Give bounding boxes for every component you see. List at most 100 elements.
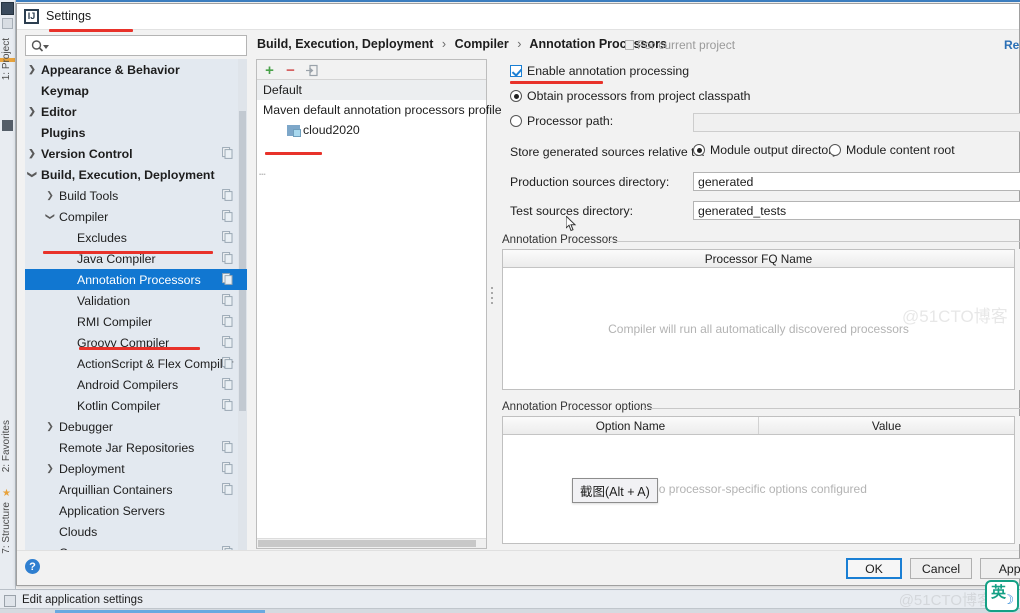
sidebar-item-editor[interactable]: ❯ Editor <box>25 101 247 122</box>
profile-item-default[interactable]: Default <box>257 80 486 100</box>
sidebar-item-label: Remote Jar Repositories <box>59 440 195 455</box>
sidebar-item-label: ActionScript & Flex Compiler <box>77 356 234 371</box>
obtain-processors-radio[interactable]: Obtain processors from project classpath <box>510 89 751 103</box>
sidebar-item-application-servers[interactable]: Application Servers <box>25 500 247 521</box>
sidebar-item-actionscript-flex-compiler[interactable]: ActionScript & Flex Compiler <box>25 353 247 374</box>
annotation-underline-build <box>43 251 213 254</box>
sidebar-item-clouds[interactable]: Clouds <box>25 521 247 542</box>
add-profile-button[interactable]: + <box>261 62 278 79</box>
mouse-cursor-icon <box>565 214 577 232</box>
sidebar-item-label: Arquillian Containers <box>59 482 173 497</box>
chevron-down-icon[interactable]: ❯ <box>27 168 38 182</box>
obtain-processors-label: Obtain processors from project classpath <box>527 89 751 103</box>
sidebar-item-validation[interactable]: Validation <box>25 290 247 311</box>
remove-profile-button[interactable]: − <box>282 62 299 79</box>
profiles-toolbar: + − <box>257 60 486 80</box>
production-sources-input[interactable]: generated <box>693 172 1020 191</box>
dialog-title: Settings <box>46 9 92 23</box>
move-to-profile-icon[interactable] <box>303 62 320 79</box>
processor-path-radio[interactable]: Processor path: <box>510 114 613 128</box>
processor-path-input[interactable] <box>693 113 1020 132</box>
tool-window-project[interactable]: 1: Project <box>0 36 14 82</box>
sidebar-item-annotation-processors[interactable]: Annotation Processors <box>25 269 247 290</box>
reset-link[interactable]: Res <box>1004 38 1020 52</box>
sidebar-item-plugins[interactable]: Plugins <box>25 122 247 143</box>
profile-module-item[interactable]: cloud2020 <box>257 120 486 140</box>
chevron-right-icon[interactable]: ❯ <box>25 64 39 75</box>
sidebar-item-label: Version Control <box>41 146 133 161</box>
chevron-down-icon[interactable]: ❯ <box>45 210 56 224</box>
sidebar-item-label: Build, Execution, Deployment <box>41 167 215 182</box>
apply-button[interactable]: Appl <box>980 558 1020 579</box>
cancel-button[interactable]: Cancel <box>910 558 972 579</box>
settings-copy-icon <box>222 147 233 159</box>
status-bar-icon <box>4 595 16 607</box>
sidebar-item-android-compilers[interactable]: Android Compilers <box>25 374 247 395</box>
ide-strip-square-icon <box>2 120 13 131</box>
dialog-footer: ? OK Cancel Appl <box>17 550 1020 585</box>
settings-copy-icon <box>222 231 233 243</box>
sidebar-item-deployment[interactable]: ❯ Deployment <box>25 458 247 479</box>
search-input[interactable] <box>25 35 247 56</box>
processors-table-empty-text: Compiler will run all automatically disc… <box>608 321 909 336</box>
sidebar-item-label: Editor <box>41 104 77 119</box>
module-output-directory-label: Module output directory <box>710 143 839 157</box>
tree-connector-dash-icon: ┄ <box>259 169 266 181</box>
sidebar-item-kotlin-compiler[interactable]: Kotlin Compiler <box>25 395 247 416</box>
test-sources-input[interactable]: generated_tests <box>693 201 1020 220</box>
annotation-processors-settings-panel: Enable annotation processing Obtain proc… <box>497 59 1020 549</box>
screen-root: 1: Project ★ 2: Favorites 7: Structure E… <box>0 0 1020 613</box>
chevron-right-icon[interactable]: ❯ <box>25 148 39 159</box>
settings-copy-icon <box>222 357 233 369</box>
sidebar-item-arquillian-containers[interactable]: Arquillian Containers <box>25 479 247 500</box>
settings-copy-icon <box>222 273 233 285</box>
sidebar-item-appearance-behavior[interactable]: ❯ Appearance & Behavior <box>25 59 247 80</box>
help-button[interactable]: ? <box>25 559 40 574</box>
sidebar-item-excludes[interactable]: Excludes <box>25 227 247 248</box>
sidebar-item-label: Application Servers <box>59 503 165 518</box>
sidebar-item-rmi-compiler[interactable]: RMI Compiler <box>25 311 247 332</box>
chevron-right-icon[interactable]: ❯ <box>43 190 57 201</box>
panel-splitter[interactable] <box>490 284 494 312</box>
chevron-right-icon[interactable]: ❯ <box>43 421 57 432</box>
moon-icon: ☽ <box>1002 592 1014 607</box>
search-dropdown-caret-icon[interactable] <box>43 45 49 49</box>
breadcrumb-part-1[interactable]: Compiler <box>455 37 509 51</box>
profiles-horizontal-scrollbar[interactable] <box>257 538 486 548</box>
enable-annotation-processing-checkbox[interactable]: Enable annotation processing <box>510 64 689 78</box>
module-content-root-radio[interactable]: Module content root <box>829 143 955 157</box>
profile-module-label: cloud2020 <box>303 123 360 137</box>
radio-selected-icon-2 <box>693 144 705 156</box>
chevron-right-icon[interactable]: ❯ <box>25 106 39 117</box>
tool-window-structure[interactable]: 7: Structure <box>0 500 14 556</box>
breadcrumb-part-0[interactable]: Build, Execution, Deployment <box>257 37 433 51</box>
settings-tree[interactable]: ❯ Appearance & Behavior Keymap ❯ Editor Plugi… <box>25 59 247 556</box>
checkbox-icon <box>510 65 522 77</box>
sidebar-item-groovy-compiler[interactable]: Groovy Compiler <box>25 332 247 353</box>
sidebar-item-build-execution-deployment[interactable]: ❯ Build, Execution, Deployment <box>25 164 247 185</box>
sidebar-item-label: Build Tools <box>59 188 119 203</box>
screenshot-shortcut-tooltip: 截图(Alt + A) <box>572 478 658 503</box>
production-sources-label: Production sources directory: <box>510 175 670 189</box>
options-group-divider <box>643 408 1020 409</box>
ide-bottom-bar <box>0 608 1020 613</box>
ide-tool-strip: 1: Project ★ 2: Favorites 7: Structure <box>0 0 16 613</box>
sidebar-item-build-tools[interactable]: ❯ Build Tools <box>25 185 247 206</box>
sidebar-item-remote-jar-repositories[interactable]: Remote Jar Repositories <box>25 437 247 458</box>
scope-indicator: For current project <box>625 38 735 52</box>
sidebar-item-compiler[interactable]: ❯ Compiler <box>25 206 247 227</box>
sidebar-item-debugger[interactable]: ❯ Debugger <box>25 416 247 437</box>
sidebar-item-keymap[interactable]: Keymap <box>25 80 247 101</box>
ok-button[interactable]: OK <box>846 558 902 579</box>
profile-item-maven[interactable]: Maven default annotation processors prof… <box>257 100 502 120</box>
enable-annotation-processing-label: Enable annotation processing <box>527 64 690 78</box>
chevron-right-icon[interactable]: ❯ <box>43 463 57 474</box>
sidebar-item-label: Excludes <box>77 230 127 245</box>
sidebar-item-version-control[interactable]: ❯ Version Control <box>25 143 247 164</box>
processors-table[interactable]: Processor FQ Name Compiler will run all … <box>502 249 1015 390</box>
ime-indicator[interactable]: 英 ☽ <box>985 580 1019 612</box>
tool-window-favorites[interactable]: 2: Favorites <box>0 418 14 474</box>
module-output-directory-radio[interactable]: Module output directory <box>693 143 839 157</box>
sidebar-item-label: Appearance & Behavior <box>41 62 180 77</box>
profiles-scrollbar-thumb[interactable] <box>258 540 476 547</box>
